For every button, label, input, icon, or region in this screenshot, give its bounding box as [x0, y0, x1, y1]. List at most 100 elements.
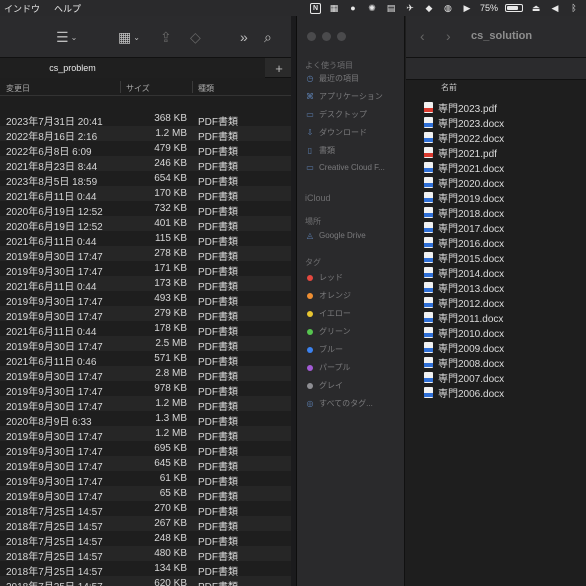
menu-help[interactable]: ヘルプ — [54, 2, 81, 15]
table-row[interactable]: 2021年6月11日 0:44 173 KB PDF書類 — [0, 276, 291, 293]
list-item[interactable]: 専門2021.docx — [406, 160, 586, 175]
table-row[interactable]: 2020年6月19日 12:52 401 KB PDF書類 — [0, 216, 291, 233]
list-item[interactable]: 専門2018.docx — [406, 205, 586, 220]
list-item[interactable]: 専門2013.docx — [406, 280, 586, 295]
tab-cs-problem[interactable]: cs_problem — [0, 58, 265, 78]
table-row[interactable]: 2019年9月30日 17:47 171 KB PDF書類 — [0, 261, 291, 278]
table-row[interactable]: 2019年9月30日 17:47 695 KB PDF書類 — [0, 441, 291, 458]
table-row[interactable]: 2019年9月30日 17:47 278 KB PDF書類 — [0, 246, 291, 263]
sidebar-tag[interactable]: ◎ すべてのタグ... — [305, 398, 373, 409]
table-row[interactable]: 2018年7月25日 14:57 248 KB PDF書類 — [0, 531, 291, 548]
table-row[interactable]: 2019年9月30日 17:47 645 KB PDF書類 — [0, 456, 291, 473]
menu-window[interactable]: インドウ — [4, 2, 40, 15]
list-item[interactable]: 専門2014.docx — [406, 265, 586, 280]
list-item[interactable]: 専門2021.pdf — [406, 145, 586, 160]
sidebar-tag[interactable]: オレンジ — [305, 290, 351, 301]
sidebar-tag[interactable]: イエロー — [305, 308, 351, 319]
sidebar-tag[interactable]: パープル — [305, 362, 351, 373]
list-item[interactable]: 専門2023.pdf — [406, 100, 586, 115]
close-button[interactable] — [307, 32, 316, 41]
list-item[interactable]: 専門2012.docx — [406, 295, 586, 310]
minimize-button[interactable] — [322, 32, 331, 41]
table-row[interactable]: 2021年6月11日 0:46 571 KB PDF書類 — [0, 351, 291, 368]
sidebar-item[interactable]: ▭ デスクトップ — [305, 109, 367, 120]
table-row[interactable]: 2019年9月30日 17:47 2.8 MB PDF書類 — [0, 366, 291, 383]
table-row[interactable]: 2022年8月16日 2:16 1.2 MB PDF書類 — [0, 126, 291, 143]
col-kind[interactable]: 種類 — [198, 83, 214, 94]
table-row[interactable]: 2019年9月30日 17:47 65 KB PDF書類 — [0, 486, 291, 503]
sheets-icon[interactable]: ◆ — [423, 2, 435, 14]
col-date[interactable]: 変更日 — [6, 83, 30, 94]
new-tab-button[interactable]: + — [271, 60, 287, 76]
table-row[interactable]: 2021年6月11日 0:44 170 KB PDF書類 — [0, 186, 291, 203]
volume-icon[interactable]: ◀ — [549, 2, 561, 14]
list-item[interactable]: 専門2016.docx — [406, 235, 586, 250]
table-row[interactable]: 2021年6月11日 0:44 115 KB PDF書類 — [0, 231, 291, 248]
table-row[interactable]: 2020年6月19日 12:52 732 KB PDF書類 — [0, 201, 291, 218]
list-item[interactable]: 専門2020.docx — [406, 175, 586, 190]
list-item[interactable]: 専門2009.docx — [406, 340, 586, 355]
sidebar-item[interactable]: ▭ Creative Cloud F... — [305, 163, 385, 172]
table-row[interactable]: 2023年8月5日 18:59 654 KB PDF書類 — [0, 171, 291, 188]
forward-icon[interactable]: › — [446, 28, 451, 44]
table-row[interactable]: 2020年8月9日 6:33 1.3 MB PDF書類 — [0, 411, 291, 428]
list-item[interactable]: 専門2017.docx — [406, 220, 586, 235]
group-icon[interactable]: ▦ ⌄ — [118, 28, 140, 46]
sidebar-tag[interactable]: グレイ — [305, 380, 343, 391]
list-item[interactable]: 専門2007.docx — [406, 370, 586, 385]
sidebar-item[interactable]: ⇩ ダウンロード — [305, 127, 367, 138]
line-icon[interactable]: ◍ — [442, 2, 454, 14]
list-view-icon[interactable]: ☰ ⌄ — [56, 28, 77, 46]
table-row[interactable]: 2023年7月31日 20:41 368 KB PDF書類 — [0, 111, 291, 128]
table-row[interactable]: 2019年9月30日 17:47 1.2 MB PDF書類 — [0, 426, 291, 443]
clipboard-icon[interactable]: ▤ — [385, 2, 397, 14]
sidebar-item[interactable]: ◬ Google Drive — [305, 231, 366, 240]
cell-size: 279 KB — [154, 308, 187, 319]
bluetooth-icon[interactable]: ᛒ — [568, 2, 580, 14]
table-row[interactable]: 2021年8月23日 8:44 246 KB PDF書類 — [0, 156, 291, 173]
table-row[interactable]: 2019年9月30日 17:47 493 KB PDF書類 — [0, 291, 291, 308]
sidebar-item[interactable]: ◷ 最近の項目 — [305, 73, 360, 84]
sidebar-tag[interactable]: レッド — [305, 272, 343, 283]
more-icon[interactable]: » — [240, 28, 248, 46]
table-row[interactable]: 2018年7月25日 14:57 620 KB PDF書類 — [0, 576, 291, 586]
table-row[interactable]: 2019年9月30日 17:47 61 KB PDF書類 — [0, 471, 291, 488]
sidebar-item[interactable]: ▯ 書類 — [305, 145, 335, 156]
table-row[interactable]: 2022年6月8日 6:09 479 KB PDF書類 — [0, 141, 291, 158]
list-item[interactable]: 専門2023.docx — [406, 115, 586, 130]
table-row[interactable]: 2018年7月25日 14:57 134 KB PDF書類 — [0, 561, 291, 578]
table-row[interactable]: 2019年9月30日 17:47 279 KB PDF書類 — [0, 306, 291, 323]
list-item[interactable]: 専門2022.docx — [406, 130, 586, 145]
bird-icon[interactable]: ✈ — [404, 2, 416, 14]
table-row[interactable]: 2019年9月30日 17:47 1.2 MB PDF書類 — [0, 396, 291, 413]
play-icon[interactable]: ▶ — [461, 2, 473, 14]
sidebar-tag[interactable]: グリーン — [305, 326, 351, 337]
list-item[interactable]: 専門2015.docx — [406, 250, 586, 265]
eject-icon[interactable]: ⏏ — [530, 2, 542, 14]
table-row[interactable]: 2019年9月30日 17:47 2.5 MB PDF書類 — [0, 336, 291, 353]
tag-icon[interactable]: ◇ — [190, 28, 201, 46]
zoom-button[interactable] — [337, 32, 346, 41]
table-row[interactable]: 2021年6月11日 0:44 178 KB PDF書類 — [0, 321, 291, 338]
notion-icon[interactable]: N — [309, 2, 321, 14]
grid-icon[interactable]: ▦ — [328, 2, 340, 14]
table-row[interactable]: 2018年7月25日 14:57 270 KB PDF書類 — [0, 501, 291, 518]
search-icon[interactable]: ⌕ — [264, 28, 272, 46]
back-icon[interactable]: ‹ — [420, 28, 425, 44]
list-item[interactable]: 専門2019.docx — [406, 190, 586, 205]
list-item[interactable]: 専門2008.docx — [406, 355, 586, 370]
openai-icon[interactable]: ✺ — [366, 2, 378, 14]
table-row[interactable]: 2018年7月25日 14:57 267 KB PDF書類 — [0, 516, 291, 533]
share-icon[interactable]: ⇪ — [160, 28, 172, 46]
table-row[interactable]: 2019年9月30日 17:47 978 KB PDF書類 — [0, 381, 291, 398]
sidebar-item[interactable]: ⌘ アプリケーション — [305, 91, 383, 102]
table-row[interactable]: 2018年7月25日 14:57 480 KB PDF書類 — [0, 546, 291, 563]
list-item[interactable]: 専門2010.docx — [406, 325, 586, 340]
sidebar-tag[interactable]: ブルー — [305, 344, 343, 355]
list-item[interactable]: 専門2006.docx — [406, 385, 586, 400]
battery-icon[interactable] — [505, 4, 523, 12]
col-name[interactable]: 名前 — [441, 82, 457, 93]
col-size[interactable]: サイズ — [126, 83, 150, 94]
list-item[interactable]: 専門2011.docx — [406, 310, 586, 325]
wechat-icon[interactable]: ● — [347, 2, 359, 14]
